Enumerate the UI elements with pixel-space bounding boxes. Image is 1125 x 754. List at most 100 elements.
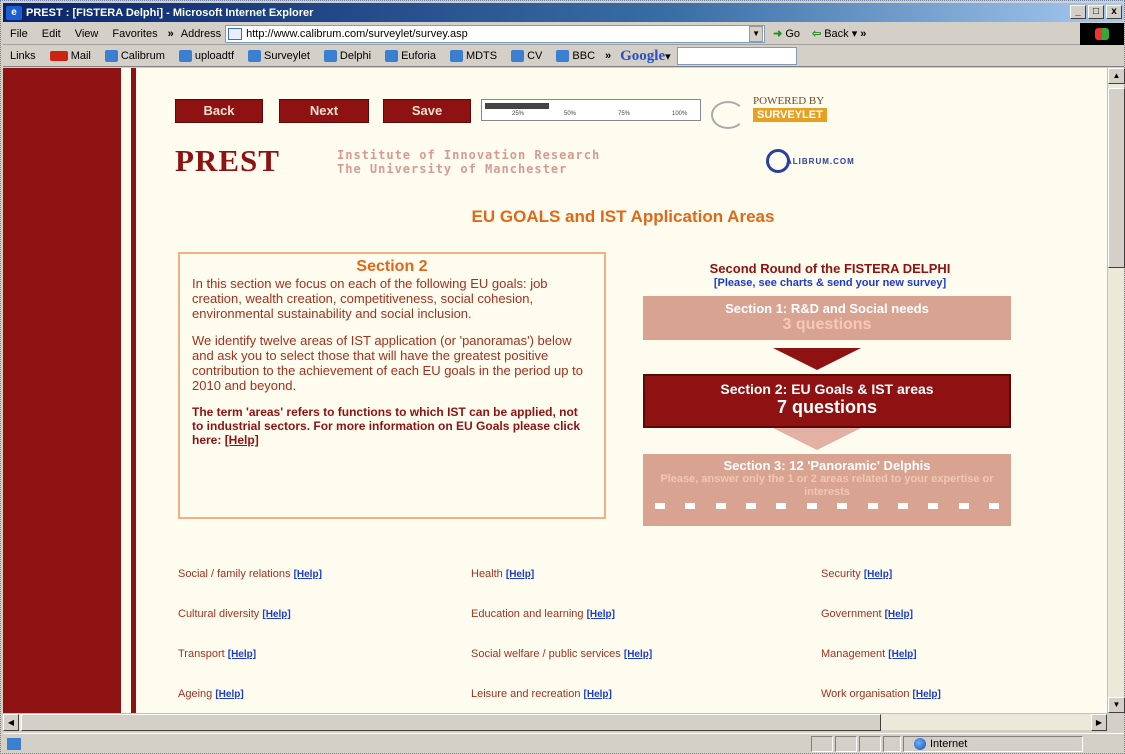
area-item[interactable]: Security [Help] [821,568,892,580]
survey-back-button[interactable]: Back [175,99,263,123]
survey-save-button[interactable]: Save [383,99,471,123]
area-item[interactable]: Education and learning [Help] [471,608,615,620]
survey-next-button[interactable]: Next [279,99,369,123]
scroll-up-icon[interactable]: ▲ [1108,68,1125,84]
survey-progress-bar: 25% 50% 75% 100% [481,99,701,121]
link-mdts[interactable]: MDTS [443,50,504,62]
area-help-link[interactable]: [Help] [262,609,290,620]
browser-back-button[interactable]: ⇦ Back ▾ [812,27,857,41]
area-item[interactable]: Cultural diversity [Help] [178,608,291,620]
area-item[interactable]: Transport [Help] [178,648,256,660]
area-item[interactable]: Work organisation [Help] [821,688,941,700]
area-item[interactable]: Leisure and recreation [Help] [471,688,612,700]
menu-edit[interactable]: Edit [35,28,68,40]
google-search-input[interactable] [676,47,797,65]
area-label: Work organisation [821,688,910,700]
menu-favorites[interactable]: Favorites [105,28,164,40]
area-item[interactable]: Government [Help] [821,608,913,620]
eu-goals-help-link[interactable]: [Help] [225,433,259,447]
area-help-link[interactable]: [Help] [215,689,243,700]
link-cv[interactable]: CV [504,50,549,62]
area-label: Health [471,568,503,580]
progress-tick-100: 100% [672,111,688,117]
section-1-count: 3 questions [782,316,872,333]
window-controls: _ □ x [1070,5,1122,19]
browser-back-label: Back [824,27,849,40]
link-mail[interactable]: Mail [43,50,98,62]
down-arrow-icon [773,348,861,370]
links-overflow-icon[interactable]: » [602,50,614,62]
windows-logo-icon [1080,23,1124,45]
area-item[interactable]: Health [Help] [471,568,534,580]
area-help-link[interactable]: [Help] [294,569,322,580]
status-cell [835,736,857,752]
menu-bar: File Edit View Favorites » Address http:… [3,23,1124,45]
area-help-link[interactable]: [Help] [888,649,916,660]
powered-by-surveylet-logo[interactable]: POWERED BY SURVEYLET [711,95,871,131]
link-calibrum[interactable]: Calibrum [98,50,172,62]
maximize-button[interactable]: □ [1088,5,1104,19]
section-2-block[interactable]: Section 2: EU Goals & IST areas 7 questi… [643,374,1011,428]
link-surveylet[interactable]: Surveylet [241,50,317,62]
scroll-left-icon[interactable]: ◀ [3,714,19,731]
calibrum-logo[interactable]: ALIBRUM.COM [766,149,855,173]
address-input[interactable]: http://www.calibrum.com/surveylet/survey… [225,24,766,43]
section-box-title: Section 2 [356,258,428,275]
toolbar-overflow-icon[interactable]: » [857,28,869,40]
progress-ticks: 25% 50% 75% 100% [482,111,700,121]
ie-page-icon [511,50,525,62]
area-help-link[interactable]: [Help] [584,689,612,700]
horizontal-scroll-thumb[interactable] [21,714,881,731]
address-dropdown-icon[interactable]: ▼ [749,25,764,42]
link-bbc[interactable]: BBC [549,50,602,62]
vertical-scrollbar[interactable]: ▲ ▼ [1107,68,1125,713]
status-cell [883,736,901,752]
link-euforia[interactable]: Euforia [378,50,443,62]
link-bbc-label: BBC [572,50,596,62]
google-dropdown-icon[interactable]: ▾ [665,50,671,63]
section-3-note: Please, answer only the 1 or 2 areas rel… [660,473,994,498]
vertical-scroll-thumb[interactable] [1108,88,1125,268]
area-help-link[interactable]: [Help] [624,649,652,660]
area-item[interactable]: Social welfare / public services [Help] [471,648,652,660]
calibrum-label: ALIBRUM.COM [786,156,855,166]
links-bar: Links Mail Calibrum uploadtf Surveylet D… [3,46,1124,67]
area-help-link[interactable]: [Help] [506,569,534,580]
menu-overflow-icon[interactable]: » [165,28,177,40]
section-2-title: Section 2: EU Goals & IST areas [720,381,934,397]
area-item[interactable]: Social / family relations [Help] [178,568,322,580]
area-help-link[interactable]: [Help] [864,569,892,580]
area-label: Social / family relations [178,568,291,580]
section-1-block[interactable]: Section 1: R&D and Social needs 3 questi… [643,296,1011,340]
area-help-link[interactable]: [Help] [587,609,615,620]
menu-view[interactable]: View [68,28,106,40]
scroll-right-icon[interactable]: ▶ [1091,714,1107,731]
area-label: Management [821,648,886,660]
minimize-button[interactable]: _ [1070,5,1086,19]
progress-dot [958,503,969,509]
area-item[interactable]: Management [Help] [821,648,917,660]
menu-file[interactable]: File [3,28,35,40]
area-item[interactable]: Ageing [Help] [178,688,244,700]
section-3-block[interactable]: Section 3: 12 'Panoramic' Delphis Please… [643,454,1011,526]
link-uploadtf[interactable]: uploadtf [172,50,241,62]
scroll-down-icon[interactable]: ▼ [1108,697,1125,713]
area-help-link[interactable]: [Help] [228,649,256,660]
horizontal-scrollbar[interactable]: ◀ ▶ [3,713,1107,731]
link-cv-label: CV [527,50,543,62]
address-url: http://www.calibrum.com/surveylet/survey… [246,27,468,40]
close-button[interactable]: x [1106,5,1122,19]
title-bar: e PREST : [FISTERA Delphi] - Microsoft I… [3,3,1124,22]
progress-dot [897,503,908,509]
go-button[interactable]: ➜ Go [773,27,800,41]
link-delphi[interactable]: Delphi [317,50,378,62]
page-title: EU GOALS and IST Application Areas [471,207,775,226]
surveylet-label: SURVEYLET [753,108,827,122]
area-help-link[interactable]: [Help] [913,689,941,700]
ie-page-icon [178,50,192,62]
ie-icon: e [6,5,22,20]
area-help-link[interactable]: [Help] [885,609,913,620]
round-subtitle-link[interactable]: [Please, see charts & send your new surv… [615,277,1045,289]
google-toolbar-button[interactable]: Google [620,48,665,65]
page-status-icon [7,737,21,750]
